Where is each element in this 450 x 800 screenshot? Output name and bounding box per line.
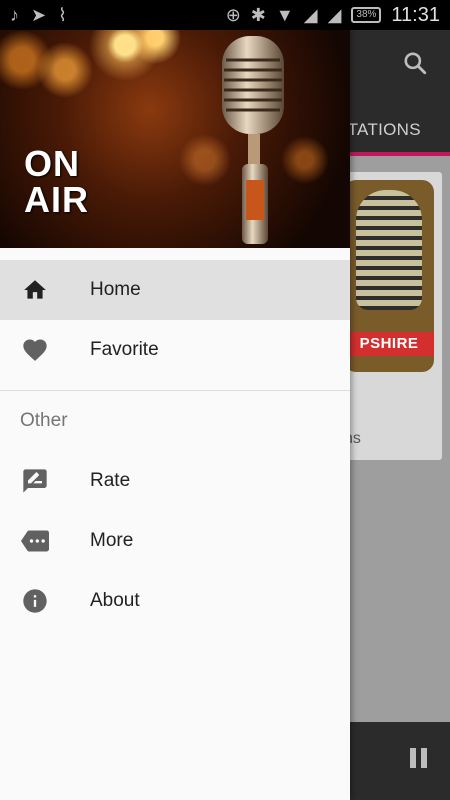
microphone-image bbox=[222, 36, 284, 244]
signal-icon: ◢ bbox=[303, 5, 318, 25]
station-card[interactable]: PSHIRE ns bbox=[336, 172, 442, 460]
nav-item-rate[interactable]: Rate bbox=[0, 451, 350, 511]
data-saver-icon: ⊕ bbox=[225, 5, 241, 25]
status-bar: ♪ ➤ ⌇ ⊕ ✱ ▼ ◢ ◢ 38% 11:31 bbox=[0, 0, 450, 30]
microphone-image bbox=[356, 190, 422, 310]
drawer-spacer bbox=[0, 248, 350, 260]
nav-item-about[interactable]: About bbox=[0, 571, 350, 631]
navigation-drawer: ON AIR Home Favorite Other Rate More Abo… bbox=[0, 30, 350, 800]
heart-icon bbox=[20, 335, 50, 365]
search-icon[interactable] bbox=[402, 50, 428, 76]
on-air-line2: AIR bbox=[24, 179, 89, 220]
rate-review-icon bbox=[20, 466, 50, 496]
nav-label-more: More bbox=[90, 530, 134, 551]
battery-indicator: 38% bbox=[351, 7, 382, 23]
music-note-icon: ♪ bbox=[10, 5, 19, 25]
more-tag-icon bbox=[20, 526, 50, 556]
on-air-logo-text: ON AIR bbox=[24, 146, 89, 218]
nav-label-favorite: Favorite bbox=[90, 339, 159, 360]
section-title-other: Other bbox=[20, 410, 68, 431]
nav-label-home: Home bbox=[90, 279, 141, 300]
nav-label-about: About bbox=[90, 590, 140, 611]
send-icon: ➤ bbox=[31, 5, 47, 25]
info-icon bbox=[20, 586, 50, 616]
broom-icon: ⌇ bbox=[58, 5, 67, 25]
bluetooth-icon: ✱ bbox=[250, 5, 266, 25]
status-system: ⊕ ✱ ▼ ◢ ◢ 38% 11:31 bbox=[226, 4, 440, 27]
home-icon bbox=[20, 275, 50, 305]
signal-2-icon: ◢ bbox=[327, 5, 342, 25]
on-air-line1: ON bbox=[24, 143, 80, 184]
drawer-header-image: ON AIR bbox=[0, 30, 350, 248]
nav-item-home[interactable]: Home bbox=[0, 260, 350, 320]
wifi-icon: ▼ bbox=[275, 5, 294, 25]
nav-item-more[interactable]: More bbox=[0, 511, 350, 571]
nav-item-favorite[interactable]: Favorite bbox=[0, 320, 350, 380]
nav-label-rate: Rate bbox=[90, 470, 131, 491]
status-notifications: ♪ ➤ ⌇ bbox=[10, 6, 67, 24]
station-banner: PSHIRE bbox=[344, 332, 434, 356]
clock: 11:31 bbox=[391, 3, 440, 26]
station-thumbnail: PSHIRE bbox=[344, 180, 434, 372]
pause-icon[interactable] bbox=[410, 748, 428, 768]
